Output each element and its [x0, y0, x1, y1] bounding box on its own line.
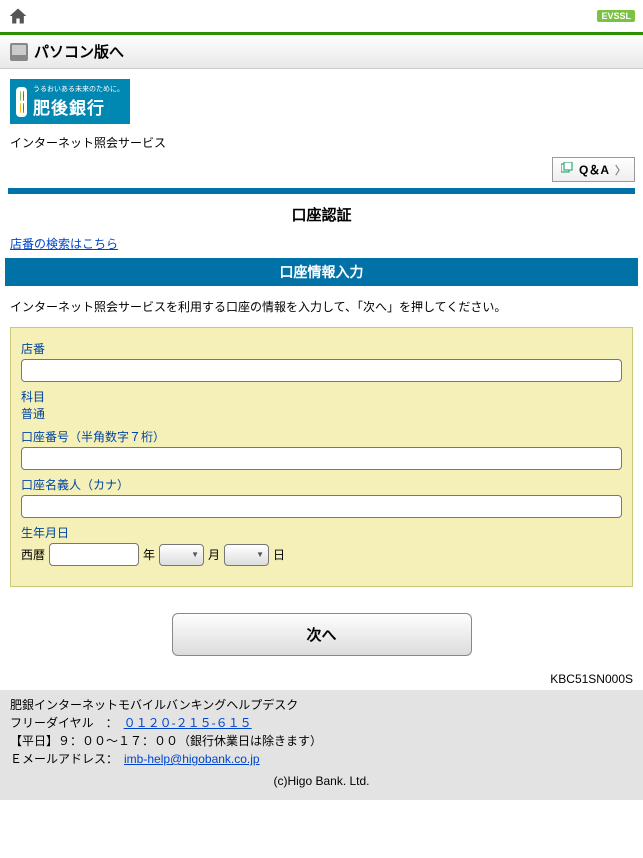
- logo-tagline: うるおいある未来のために。: [33, 84, 124, 94]
- evssl-badge: EVSSL: [597, 10, 635, 22]
- year-input[interactable]: [49, 543, 139, 566]
- account-no-input[interactable]: [21, 447, 622, 470]
- logo-area: うるおいある未来のために。 肥後銀行: [0, 69, 643, 134]
- bank-logo: うるおいある未来のために。 肥後銀行: [10, 79, 130, 124]
- day-select[interactable]: [224, 544, 269, 566]
- pc-version-label: パソコン版へ: [34, 41, 124, 62]
- topbar: EVSSL: [0, 0, 643, 32]
- account-name-input[interactable]: [21, 495, 622, 518]
- footer-dial-link[interactable]: ０１２０‐２１５‐６１５: [124, 716, 252, 730]
- service-name: インターネット照会サービス: [0, 134, 643, 157]
- era-label: 西暦: [21, 546, 45, 563]
- year-suffix: 年: [143, 546, 155, 563]
- month-select[interactable]: [159, 544, 204, 566]
- day-suffix: 日: [273, 546, 285, 563]
- qa-button[interactable]: Q＆A 〉: [552, 157, 635, 182]
- footer-email-link[interactable]: imb-help@higobank.co.jp: [124, 752, 260, 766]
- account-no-label: 口座番号（半角数字７桁）: [21, 428, 622, 445]
- copyright: (c)Higo Bank. Ltd.: [10, 768, 633, 790]
- monitor-icon: [10, 43, 28, 61]
- account-form: 店番 科目 普通 口座番号（半角数字７桁） 口座名義人（カナ） 生年月日 西暦 …: [10, 327, 633, 587]
- screen-code: KBC51SN000S: [0, 672, 643, 690]
- popup-icon: [561, 162, 573, 177]
- home-icon[interactable]: [8, 6, 28, 26]
- page-title: 口座認証: [0, 194, 643, 235]
- footer-dial-label: フリーダイヤル ：: [10, 716, 124, 730]
- subject-label: 科目: [21, 388, 622, 405]
- footer-email-label: Ｅメールアドレス：: [10, 752, 124, 766]
- subject-value: 普通: [21, 405, 622, 422]
- logo-brand-jp: 肥後銀行: [33, 94, 124, 119]
- pc-version-bar[interactable]: パソコン版へ: [0, 35, 643, 69]
- footer-hours: 【平日】９：００～１７：００（銀行休業日は除きます）: [10, 732, 633, 750]
- branch-search-link[interactable]: 店番の検索はこちら: [0, 235, 128, 258]
- footer: 肥銀インターネットモバイルバンキングヘルプデスク フリーダイヤル ： ０１２０‐…: [0, 690, 643, 800]
- month-suffix: 月: [208, 546, 220, 563]
- qa-label: Q＆A: [579, 161, 609, 178]
- footer-helpdesk: 肥銀インターネットモバイルバンキングヘルプデスク: [10, 696, 633, 714]
- logo-mark-icon: [16, 87, 27, 117]
- branch-label: 店番: [21, 340, 622, 357]
- chevron-right-icon: 〉: [615, 162, 626, 178]
- dob-label: 生年月日: [21, 524, 622, 541]
- instruction-text: インターネット照会サービスを利用する口座の情報を入力して、「次へ」を押してくださ…: [0, 286, 643, 327]
- section-header: 口座情報入力: [5, 258, 638, 286]
- account-name-label: 口座名義人（カナ）: [21, 476, 622, 493]
- branch-input[interactable]: [21, 359, 622, 382]
- next-button[interactable]: 次へ: [172, 613, 472, 656]
